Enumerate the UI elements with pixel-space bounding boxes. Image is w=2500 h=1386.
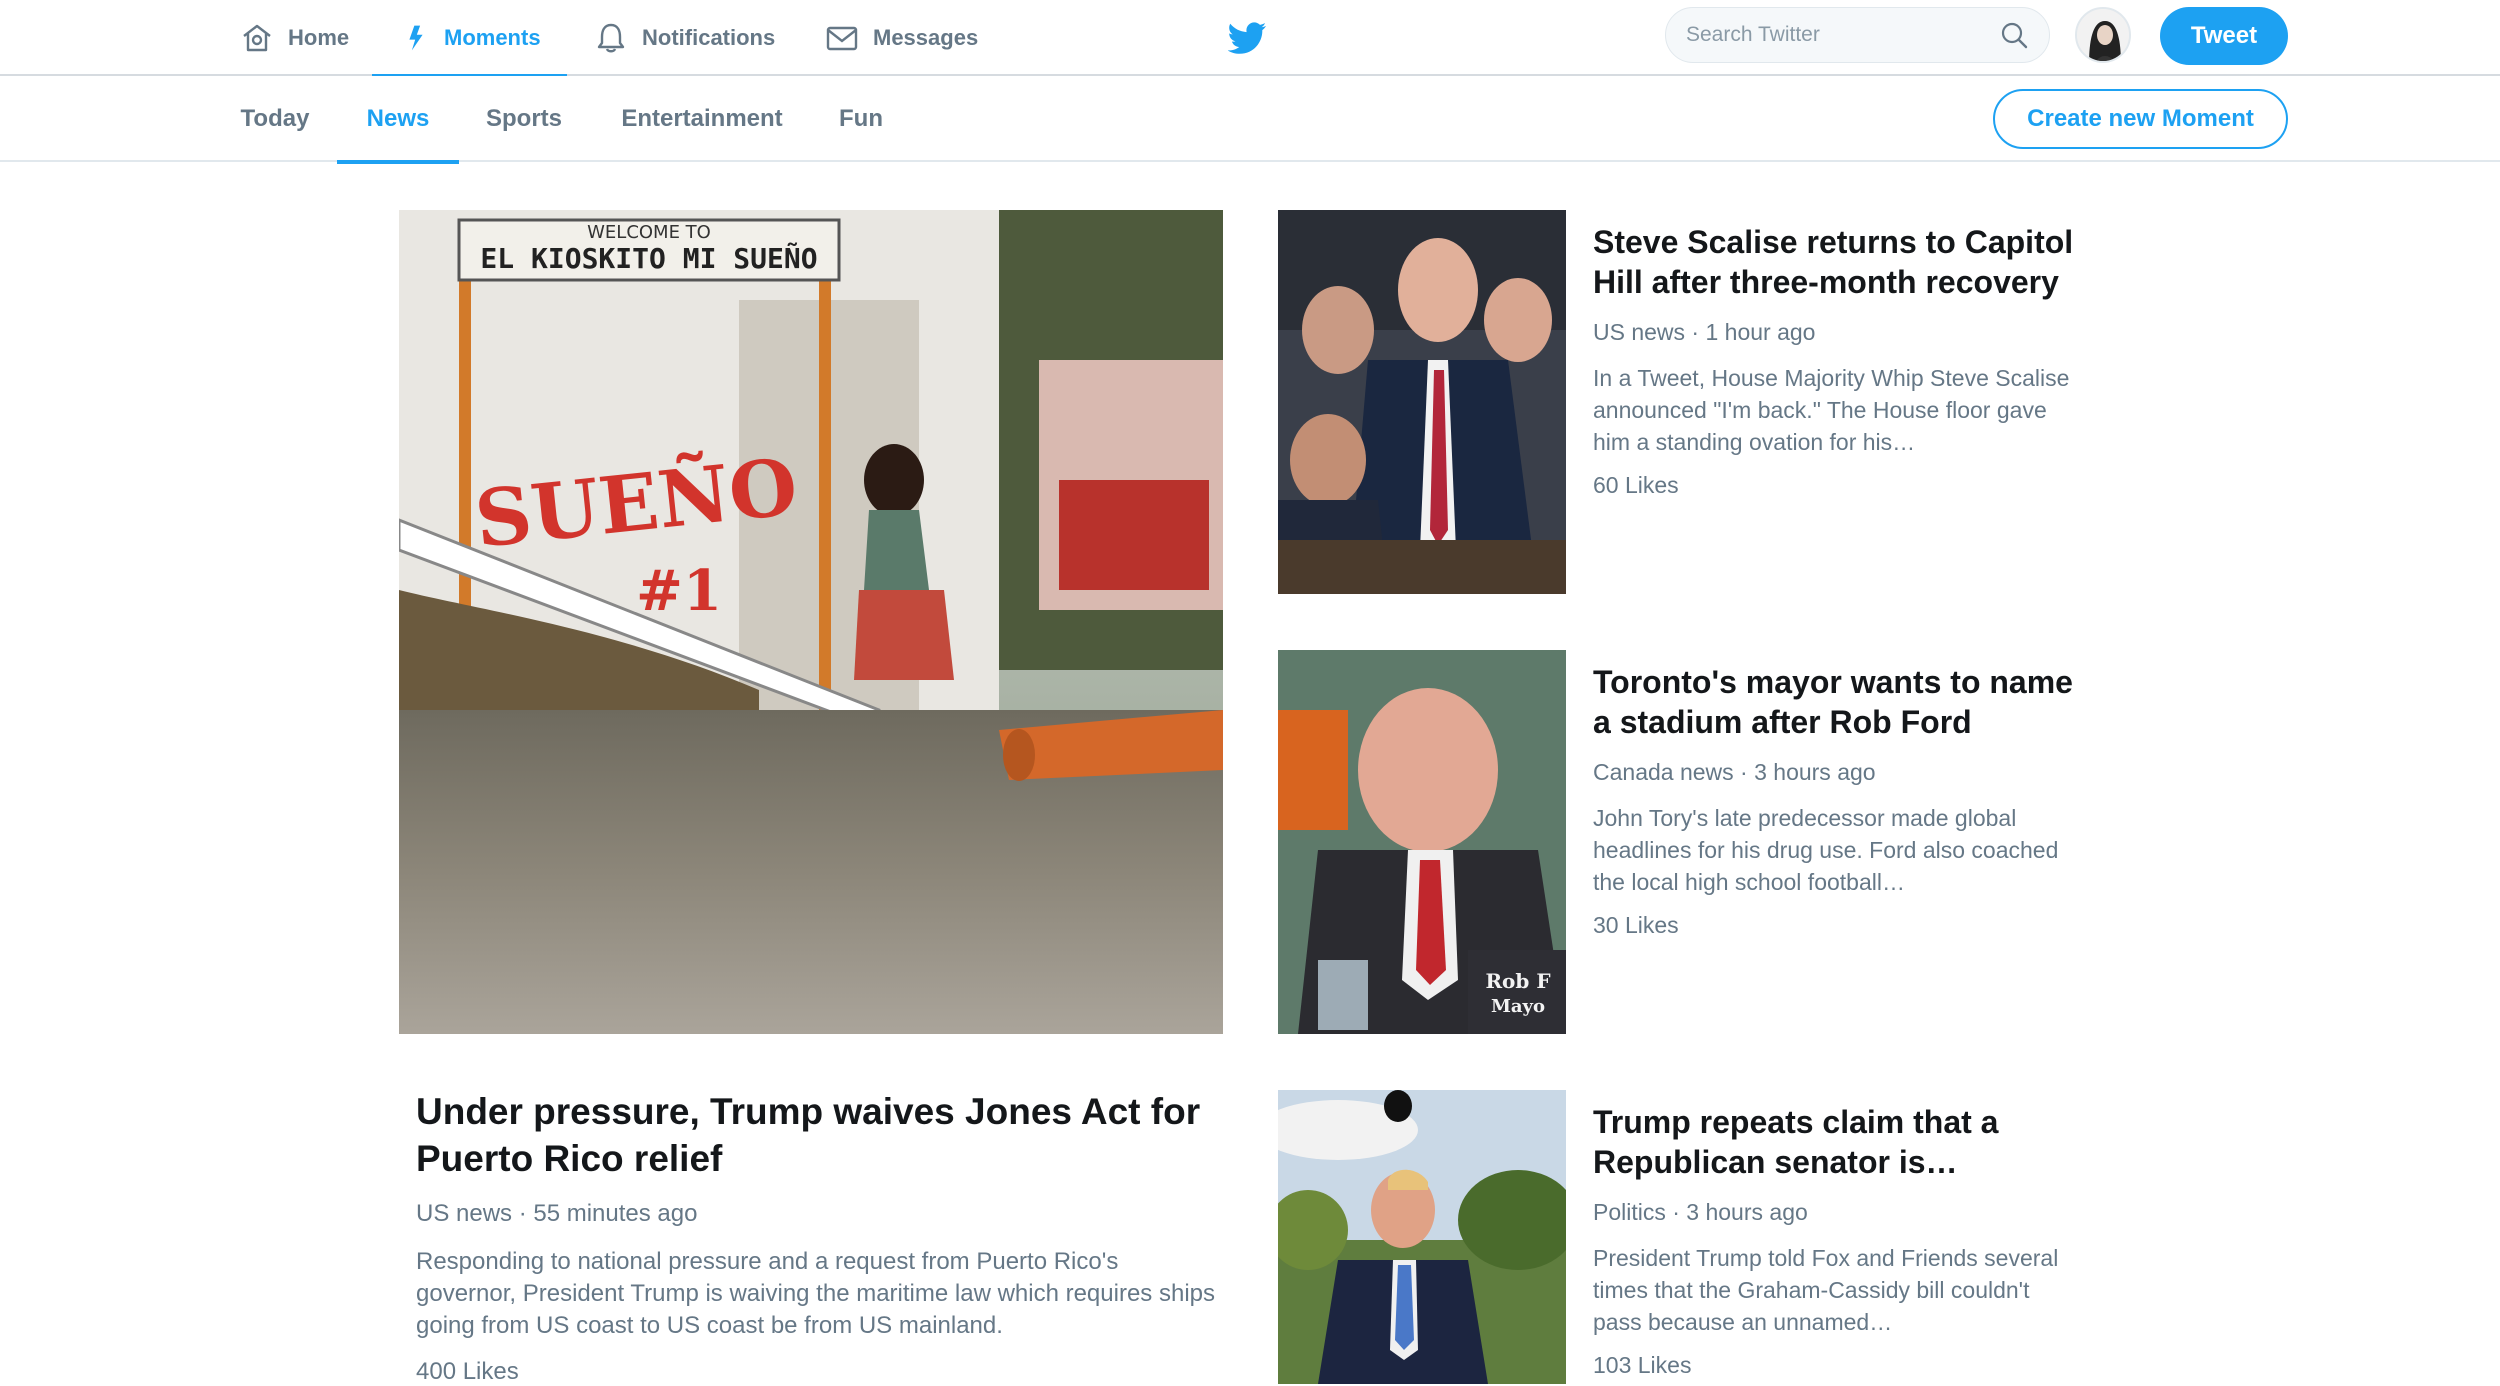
- envelope-icon: [826, 26, 858, 51]
- wall-graffiti-number: #1: [636, 558, 722, 624]
- tab-fun[interactable]: Fun: [838, 76, 884, 162]
- nav-messages-label: Messages: [873, 25, 979, 50]
- search-box[interactable]: [1665, 7, 2050, 63]
- card-description: In a Tweet, House Majority Whip Steve Sc…: [1593, 365, 2070, 455]
- tab-news[interactable]: News: [337, 76, 459, 164]
- moments-category-bar: Today News Sports Entertainment Fun Crea…: [0, 76, 2500, 164]
- card-title[interactable]: Trump repeats claim that a Republican se…: [1593, 1102, 2083, 1182]
- hero-meta: US news · 55 minutes ago: [416, 1200, 698, 1227]
- sign-main-text: EL KIOSKITO MI SUEÑO: [480, 241, 817, 275]
- moment-card[interactable]: Toronto's mayor wants to name a stadium …: [1593, 662, 2083, 939]
- hero-title[interactable]: Under pressure, Trump waives Jones Act f…: [416, 1088, 1216, 1182]
- moment-card[interactable]: Steve Scalise returns to Capitol Hill af…: [1593, 222, 2083, 499]
- search-input[interactable]: [1686, 23, 1999, 47]
- twitter-bird-icon[interactable]: [1228, 18, 1268, 58]
- hero-description: Responding to national pressure and a re…: [416, 1248, 1215, 1339]
- moment-card[interactable]: Trump repeats claim that a Republican se…: [1593, 1102, 2083, 1379]
- sign-top-text: WELCOME TO: [587, 222, 711, 243]
- tab-entertainment[interactable]: Entertainment: [618, 76, 786, 162]
- avatar[interactable]: [2075, 7, 2131, 63]
- nav-moments-label: Moments: [444, 25, 541, 50]
- card-description: President Trump told Fox and Friends sev…: [1593, 1245, 2059, 1335]
- card-meta: US news · 1 hour ago: [1593, 319, 1816, 345]
- card-likes: 103 Likes: [1593, 1352, 1692, 1378]
- nav-messages[interactable]: Messages: [825, 0, 978, 76]
- nav-notifications-label: Notifications: [642, 25, 776, 50]
- hero-likes: 400 Likes: [416, 1358, 519, 1385]
- magnifier-icon[interactable]: [1999, 20, 2029, 50]
- council-chamber-image: Rob F Mayo: [1278, 650, 1566, 1034]
- tab-sports[interactable]: Sports: [484, 76, 564, 162]
- card-photo-ford[interactable]: Rob F Mayo: [1278, 650, 1566, 1034]
- nav-moments[interactable]: Moments: [372, 0, 567, 78]
- card-photo-trump[interactable]: [1278, 1090, 1566, 1384]
- create-moment-button[interactable]: Create new Moment: [1993, 89, 2288, 149]
- placard-line-1: Rob F: [1485, 969, 1550, 993]
- nav-notifications[interactable]: Notifications: [594, 0, 775, 76]
- bell-icon: [597, 23, 625, 53]
- card-likes: 30 Likes: [1593, 912, 1679, 938]
- tab-today[interactable]: Today: [240, 76, 310, 162]
- card-description: John Tory's late predecessor made global…: [1593, 805, 2059, 895]
- avatar-image: [2077, 9, 2129, 61]
- card-title[interactable]: Steve Scalise returns to Capitol Hill af…: [1593, 222, 2083, 302]
- nav-home[interactable]: Home: [240, 0, 349, 76]
- home-icon: [243, 24, 271, 52]
- flooded-kiosk-image: WELCOME TO EL KIOSKITO MI SUEÑO SUEÑO #1: [399, 210, 1223, 1034]
- nav-home-label: Home: [288, 25, 350, 50]
- tweet-button[interactable]: Tweet: [2160, 7, 2288, 65]
- lightning-icon: [409, 25, 423, 51]
- hero-moment[interactable]: Under pressure, Trump waives Jones Act f…: [416, 1088, 1216, 1386]
- capitol-crowd-image: [1278, 210, 1566, 594]
- card-title[interactable]: Toronto's mayor wants to name a stadium …: [1593, 662, 2083, 742]
- placard-line-2: Mayo: [1491, 996, 1545, 1017]
- top-navigation: Home Moments Notifications Messages Sear…: [0, 0, 2500, 78]
- trump-outdoors-image: [1278, 1090, 1566, 1384]
- hero-photo[interactable]: WELCOME TO EL KIOSKITO MI SUEÑO SUEÑO #1: [399, 210, 1223, 1034]
- card-meta: Politics · 3 hours ago: [1593, 1199, 1808, 1225]
- card-likes: 60 Likes: [1593, 472, 1679, 498]
- card-meta: Canada news · 3 hours ago: [1593, 759, 1876, 785]
- card-photo-scalise[interactable]: [1278, 210, 1566, 594]
